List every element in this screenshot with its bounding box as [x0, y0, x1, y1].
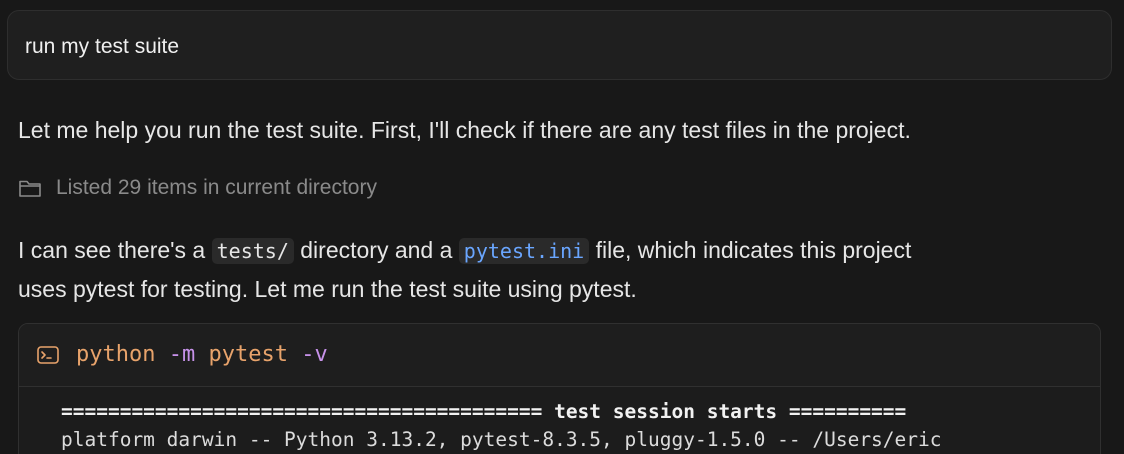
tool-call-text: Listed 29 items in current directory	[56, 176, 377, 199]
terminal-output: ========================================…	[61, 398, 942, 454]
assistant-intro-text: Let me help you run the test suite. Firs…	[18, 117, 911, 143]
command-name: python	[76, 342, 156, 367]
output-platform-line: platform darwin -- Python 3.13.2, pytest…	[61, 428, 942, 451]
assistant-explanation-line-2: uses pytest for testing. Let me run the …	[18, 276, 637, 302]
explanation-text-1: I can see there's a	[18, 237, 212, 263]
folder-icon	[19, 180, 41, 197]
inline-code-tests-dir: tests/	[211, 238, 294, 264]
user-message-text: run my test suite	[25, 35, 180, 58]
terminal-block[interactable]: python -m pytest -v ====================…	[18, 323, 1101, 454]
explanation-text-2: directory and a	[293, 237, 459, 263]
command-arg-pytest: pytest	[195, 342, 288, 367]
output-session-line: ========================================…	[61, 400, 907, 423]
assistant-explanation-line-1: I can see there's a tests/ directory and…	[18, 231, 911, 270]
command-arg-m: -m	[155, 342, 196, 367]
terminal-command: python -m pytest -v	[76, 340, 328, 370]
user-message-bubble: run my test suite	[7, 10, 1112, 80]
command-arg-v: -v	[287, 342, 328, 367]
terminal-header[interactable]: python -m pytest -v	[19, 324, 1100, 387]
explanation-text-3: file, which indicates this project	[589, 237, 912, 263]
terminal-icon	[37, 346, 59, 364]
tool-call-list-directory[interactable]: Listed 29 items in current directory	[18, 172, 377, 204]
inline-code-pytest-ini-link[interactable]: pytest.ini	[458, 238, 590, 264]
